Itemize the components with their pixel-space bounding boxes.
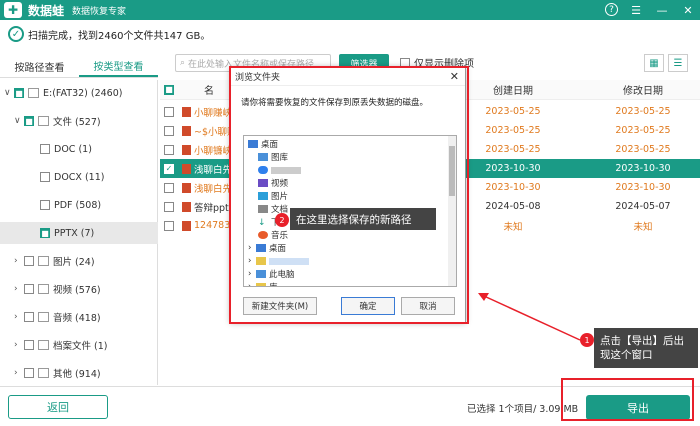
annotation-arrow	[478, 293, 581, 341]
arrow-line	[483, 295, 581, 341]
